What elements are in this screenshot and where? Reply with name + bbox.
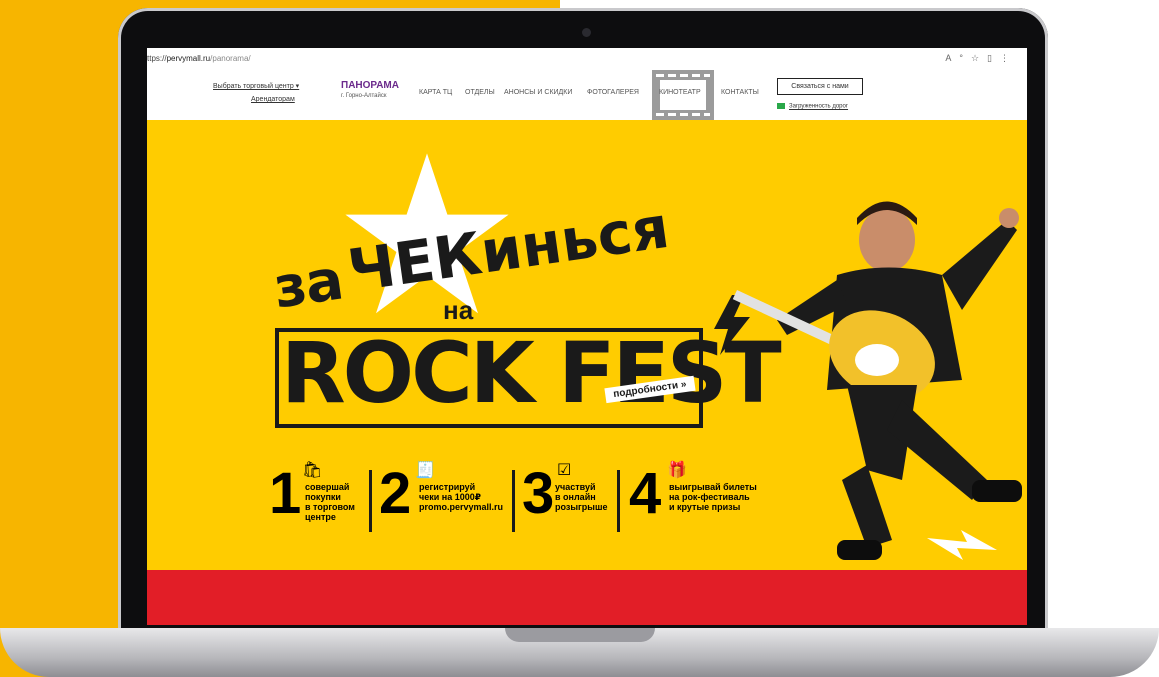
laptop-screen: ttps://pervymall.ru/panorama/ A°☆▯⋮ Выбр… bbox=[147, 48, 1027, 625]
step-3-number: 3 bbox=[522, 461, 555, 526]
step-4-text: выигрывай билеты на рок-фестиваль и крут… bbox=[669, 482, 757, 512]
red-band bbox=[147, 570, 1027, 625]
step-2-number: 2 bbox=[379, 461, 412, 526]
traffic-icon bbox=[777, 103, 785, 109]
nav-stores[interactable]: ОТДЕЛЫ bbox=[465, 89, 495, 96]
site-header: Выбрать торговый центр ▾ Арендаторам ПАН… bbox=[147, 70, 1027, 120]
url-host: pervymall.ru bbox=[166, 54, 211, 63]
browser-url-bar[interactable]: ttps://pervymall.ru/panorama/ A°☆▯⋮ bbox=[147, 48, 1027, 71]
traffic-link-label: Загруженность дорог bbox=[789, 103, 849, 110]
title-na: на bbox=[443, 295, 474, 325]
url-scheme: ttps:// bbox=[147, 54, 167, 63]
mall-city: г. Горно-Алтайск bbox=[341, 93, 387, 99]
split-screen-icon[interactable]: ▯ bbox=[987, 53, 1000, 63]
favorite-icon[interactable]: ☆ bbox=[971, 53, 987, 63]
step-4-number: 4 bbox=[629, 461, 662, 526]
mall-logo[interactable]: ПАНОРАМА bbox=[341, 80, 399, 91]
rock-musician-illustration bbox=[732, 201, 1022, 560]
traffic-link[interactable]: Загруженность дорог bbox=[777, 103, 848, 110]
read-aloud-icon[interactable]: A° bbox=[945, 53, 971, 63]
step-divider bbox=[617, 470, 620, 532]
step-divider bbox=[369, 470, 372, 532]
laptop-notch bbox=[505, 628, 655, 642]
nav-map[interactable]: КАРТА ТЦ bbox=[419, 89, 452, 96]
step-3-text: участвуй в онлайн розыгрыше bbox=[555, 482, 608, 512]
tenants-link[interactable]: Арендаторам bbox=[251, 96, 295, 103]
url-path: /panorama/ bbox=[210, 54, 251, 63]
browser-toolbar-icons: A°☆▯⋮ bbox=[945, 53, 1017, 64]
nav-news-sales[interactable]: АНОНСЫ И СКИДКИ bbox=[504, 89, 572, 96]
lottery-icon: ☑ bbox=[557, 462, 572, 479]
step-1-text: совершай покупки в торговом центре bbox=[305, 482, 355, 522]
step-divider bbox=[512, 470, 515, 532]
nav-contacts[interactable]: КОНТАКТЫ bbox=[721, 89, 759, 96]
step-2-text: регистрируй чеки на 1000₽ promo.pervymal… bbox=[419, 482, 504, 512]
title-za: за bbox=[269, 247, 347, 322]
promo-banner[interactable]: за ЧЕКинься на ROCK FEST подробности » 1… bbox=[147, 120, 1027, 570]
contact-us-button[interactable]: Связаться с нами bbox=[777, 78, 863, 95]
sidebar-icon[interactable]: ⋮ bbox=[1000, 53, 1017, 63]
receipt-icon: 🧾 bbox=[415, 462, 435, 479]
step-1-number: 1 bbox=[269, 461, 302, 526]
choose-mall-dropdown[interactable]: Выбрать торговый центр ▾ bbox=[213, 82, 299, 90]
address-field[interactable]: ttps://pervymall.ru/panorama/ bbox=[147, 54, 251, 63]
shopping-bag-icon: 🛍 bbox=[302, 462, 323, 479]
nav-cinema[interactable]: КИНОТЕАТР bbox=[659, 89, 701, 96]
nav-gallery[interactable]: ФОТОГАЛЕРЕЯ bbox=[587, 89, 639, 96]
camera-icon bbox=[582, 28, 591, 37]
gift-icon: 🎁 bbox=[667, 462, 687, 479]
